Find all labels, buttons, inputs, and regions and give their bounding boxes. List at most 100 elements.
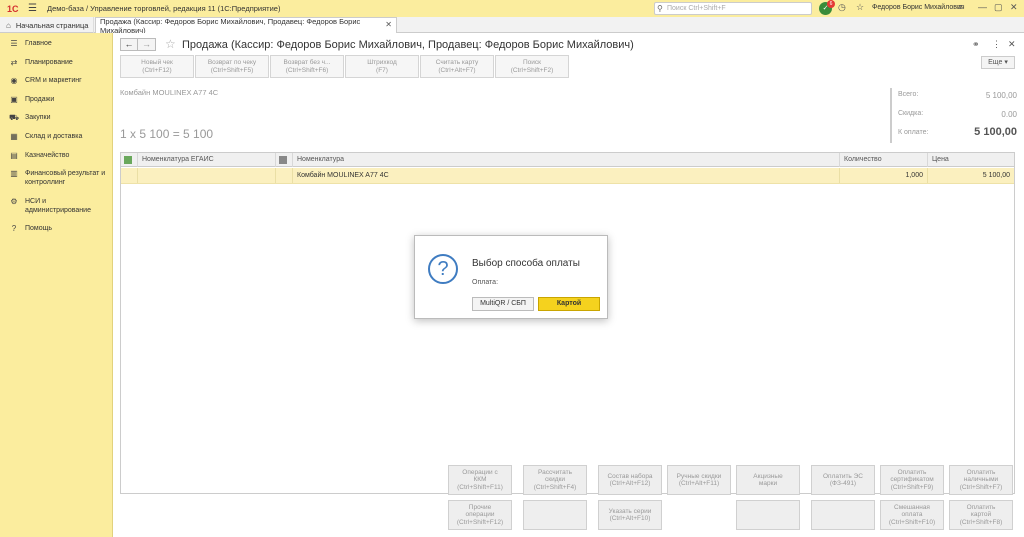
sidebar-item-treasury[interactable]: ▤ Казначейство: [0, 151, 113, 160]
set-composition-button[interactable]: Состав набора (Ctrl+Alt+F12): [598, 465, 662, 495]
sidebar-item-settings[interactable]: ⚙ НСИ и администрирование: [0, 197, 113, 215]
mixed-payment-button[interactable]: Смешанная оплата (Ctrl+Shift+F10): [880, 500, 944, 530]
sidebar-item-warehouse[interactable]: ▦ Склад и доставка: [0, 132, 113, 141]
sidebar-item-label: CRM и маркетинг: [25, 77, 82, 84]
to-pay-label: К оплате:: [898, 129, 929, 136]
discount-row: Скидка: 0.00: [898, 110, 1017, 119]
button-shortcut: (Ctrl+Shift+F11): [457, 483, 503, 491]
pay-certificate-button[interactable]: Оплатить сертификатом (Ctrl+Shift+F9): [880, 465, 944, 495]
sidebar-item-help[interactable]: ? Помощь: [0, 224, 113, 233]
row-marker: [121, 168, 138, 183]
hamburger-menu-icon[interactable]: ☰: [28, 3, 38, 14]
button-label: Ручные скидки: [676, 472, 722, 480]
specify-series-button[interactable]: Указать серии (Ctrl+Alt+F10): [598, 500, 662, 530]
empty-button[interactable]: [736, 500, 800, 530]
top-toolbar: Новый чек (Ctrl+F12) Возврат по чеку (Ctrl…: [120, 55, 570, 78]
sidebar-item-purchases[interactable]: ⛟ Закупки: [0, 113, 113, 122]
items-table[interactable]: Номенклатура ЕГАИС Номенклатура Количест…: [120, 152, 1015, 494]
barcode-button[interactable]: Штрихкод (F7): [345, 55, 419, 78]
kkm-operations-button[interactable]: Операции с ККМ (Ctrl+Shift+F11): [448, 465, 512, 495]
header-nomenclature[interactable]: Номенклатура: [293, 153, 840, 167]
settings-icon: ⚙: [10, 197, 18, 206]
sidebar-item-crm[interactable]: ◉ CRM и маркетинг: [0, 76, 113, 85]
button-label: скидки: [545, 476, 565, 484]
sidebar-item-sales[interactable]: ▣ Продажи: [0, 95, 113, 104]
empty-button[interactable]: [811, 500, 875, 530]
planning-icon: ⇄: [10, 58, 18, 67]
header-egais[interactable]: Номенклатура ЕГАИС: [138, 153, 276, 167]
pay-cash-button[interactable]: Оплатить наличными (Ctrl+Shift+F7): [949, 465, 1013, 495]
header-quantity[interactable]: Количество: [840, 153, 928, 167]
header-price[interactable]: Цена: [928, 153, 1014, 167]
payment-method-dialog: ? Выбор способа оплаты Оплата: MultiQR /…: [414, 235, 608, 319]
button-label: Прочие: [468, 503, 492, 511]
pay-card-button[interactable]: Оплатить картой (Ctrl+Shift+F8): [949, 500, 1013, 530]
button-label: Поиск: [522, 58, 541, 66]
button-label: Указать серии: [608, 507, 652, 515]
history-icon[interactable]: ◷: [838, 2, 846, 13]
more-button[interactable]: Еще ▾: [981, 56, 1015, 69]
sidebar-item-planning[interactable]: ⇄ Планирование: [0, 58, 113, 67]
minimize-icon[interactable]: —: [978, 2, 987, 12]
to-pay-row: К оплате: 5 100,00: [898, 126, 1017, 138]
button-label: сертификатом: [890, 476, 934, 484]
button-shortcut: (Ctrl+Shift+F8): [959, 518, 1003, 526]
close-tab-icon[interactable]: ✕: [385, 20, 392, 29]
read-card-button[interactable]: Считать карту (Ctrl+Alt+F7): [420, 55, 494, 78]
button-label: Операции с: [462, 468, 498, 476]
back-button[interactable]: ←: [120, 38, 138, 51]
button-label: Состав набора: [607, 472, 653, 480]
other-operations-button[interactable]: Прочие операции (Ctrl+Shift+F12): [448, 500, 512, 530]
return-by-check-button[interactable]: Возврат по чеку (Ctrl+Shift+F5): [195, 55, 269, 78]
home-icon: ⌂: [6, 20, 11, 30]
more-actions-icon[interactable]: ⋮: [992, 39, 1001, 50]
new-check-button[interactable]: Новый чек (Ctrl+F12): [120, 55, 194, 78]
totals-panel: Всего: 5 100,00 Скидка: 0.00 К оплате: 5 10…: [890, 88, 1017, 143]
help-icon: ?: [11, 224, 17, 233]
tab-sale[interactable]: Продажа (Кассир: Федоров Борис Михайлови…: [95, 17, 397, 35]
column-settings-icon[interactable]: [121, 153, 138, 167]
search-button[interactable]: Поиск (Ctrl+Shift+F2): [495, 55, 569, 78]
total-label: Всего:: [898, 91, 919, 98]
finance-icon: ▥: [10, 169, 18, 178]
app-title: Демо-база / Управление торговлей, редакц…: [47, 4, 281, 13]
return-without-check-button[interactable]: Возврат без ч... (Ctrl+Shift+F6): [270, 55, 344, 78]
purchases-icon: ⛟: [8, 113, 20, 122]
user-name[interactable]: Федоров Борис Михайлович: [872, 4, 965, 11]
menu-icon: ☰: [10, 39, 18, 48]
close-form-icon[interactable]: ✕: [1008, 39, 1016, 50]
search-placeholder: Поиск Ctrl+Shift+F: [667, 5, 726, 12]
button-shortcut: (Ctrl+F12): [142, 66, 172, 74]
settings-menu-icon[interactable]: ≡: [958, 2, 963, 12]
question-icon: ?: [428, 254, 458, 284]
total-row: Всего: 5 100,00: [898, 91, 1017, 100]
button-label: оплата: [901, 511, 923, 519]
favorites-star-icon[interactable]: ☆: [856, 2, 864, 13]
empty-button[interactable]: [523, 500, 587, 530]
link-icon[interactable]: ⚭: [972, 39, 980, 50]
button-label: картой: [970, 511, 992, 519]
calculate-discounts-button[interactable]: Рассчитать скидки (Ctrl+Shift+F4): [523, 465, 587, 495]
button-label: Оплатить: [966, 468, 996, 476]
button-label: наличными: [963, 476, 999, 484]
notifications-icon[interactable]: ✓ 6: [819, 0, 835, 15]
manual-discounts-button[interactable]: Ручные скидки (Ctrl+Alt+F11): [667, 465, 731, 495]
sidebar-item-label: Склад и доставка: [25, 133, 83, 140]
add-favorite-star-icon[interactable]: ☆: [165, 37, 176, 51]
forward-button[interactable]: →: [138, 38, 156, 51]
sidebar-item-main[interactable]: ☰ Главное: [0, 39, 113, 48]
column-type-icon: [276, 153, 293, 167]
pay-es-button[interactable]: Оплатить ЭС (ФЗ-491): [811, 465, 875, 495]
excise-stamps-button[interactable]: Акцизные марки: [736, 465, 800, 495]
sidebar-item-label: НСИ и администрирование: [25, 198, 91, 214]
pay-by-card-button[interactable]: Картой: [538, 297, 600, 311]
multiqr-sbp-button[interactable]: MultiQR / СБП: [472, 297, 534, 311]
sidebar-item-finance[interactable]: ▥ Финансовый результат и контроллинг: [0, 169, 113, 187]
button-label: Акцизные: [753, 472, 783, 480]
tab-home[interactable]: ⌂ Начальная страница: [0, 17, 94, 33]
close-window-icon[interactable]: ✕: [1010, 2, 1018, 13]
maximize-icon[interactable]: ▢: [994, 2, 1003, 13]
cell-price: 5 100,00: [982, 172, 1010, 179]
search-input[interactable]: ⚲ Поиск Ctrl+Shift+F: [654, 2, 812, 15]
table-row[interactable]: Комбайн MOULINEX A77 4C 1,000 5 100,00: [121, 168, 1014, 184]
